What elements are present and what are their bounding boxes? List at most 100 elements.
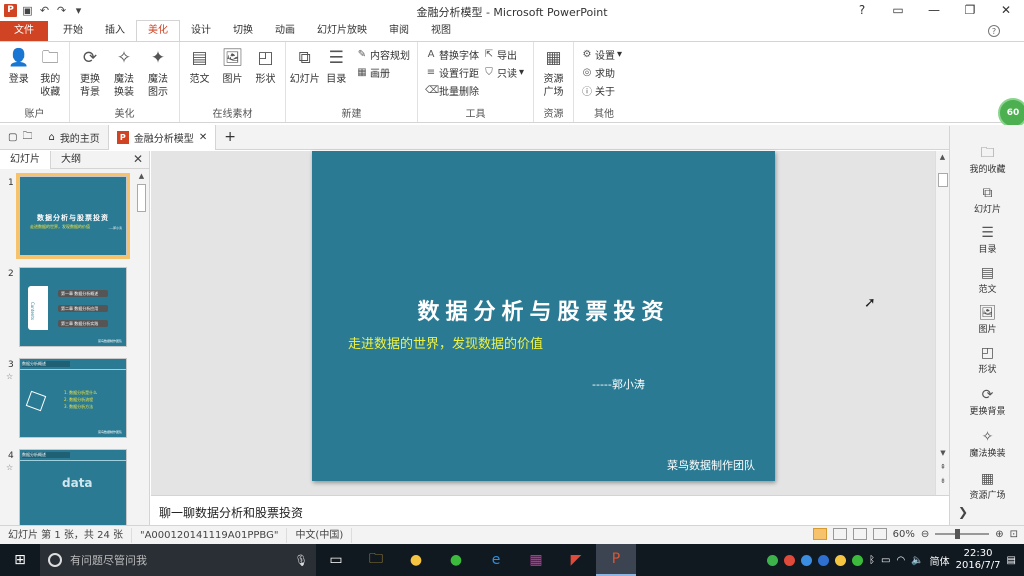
ime-icon[interactable] [783,554,795,566]
scroll-thumb[interactable] [137,184,146,212]
folder-icon[interactable]: 🗀 [22,129,32,146]
file-icon[interactable]: ▢ [8,132,17,143]
slide-subtitle[interactable]: 走进数据的世界，发现数据的价值 [348,333,543,352]
task-view-icon[interactable]: ▭ [316,544,356,576]
current-slide[interactable]: 数据分析与股票投资 走进数据的世界，发现数据的价值 -----郭小涛 菜鸟数据制… [312,151,775,481]
slide-canvas[interactable]: 数据分析与股票投资 走进数据的世界，发现数据的价值 -----郭小涛 菜鸟数据制… [151,151,935,495]
tab-design[interactable]: 设计 [180,21,222,41]
tab-slides[interactable]: 幻灯片 [0,150,51,169]
scroll-up-icon[interactable]: ▲ [936,151,949,163]
canvas-scrollbar[interactable]: ▲ ▼ ⇞ ⇟ [935,151,949,495]
qq-icon[interactable]: ● [396,544,436,576]
new-tab-button[interactable]: + [216,125,244,150]
thumbnail-scrollbar[interactable]: ▲ [135,170,148,525]
minimize-icon[interactable]: — [916,0,952,21]
export-button[interactable]: ⇱ 导出 [483,47,524,62]
notes-pane[interactable]: 聊一聊数据分析和股票投资 [151,495,949,525]
help-button[interactable]: ◎ 求助 [581,65,622,80]
read-only-button[interactable]: ⛉ 只读 ▾ [483,65,524,80]
doc-tab-file[interactable]: P 金融分析模型 ✕ [107,124,217,150]
slide-thumbnail-2[interactable]: Contents 第一章 数据分析概述 第二章 数据分析应用 第三章 数据分析实… [19,267,127,347]
slideshow-view-icon[interactable] [872,528,887,540]
security-icon[interactable] [800,554,812,566]
tab-file[interactable]: 文件 [0,21,48,41]
tab-view[interactable]: 视图 [420,21,462,41]
tab-beautify[interactable]: 美化 [136,20,180,41]
tab-outline[interactable]: 大纲 [51,151,91,169]
help-icon[interactable]: ? [844,0,880,21]
rp-resource-square[interactable]: ▦ 资源广场 [950,470,1024,501]
clock[interactable]: 22:30 2016/7/7 [956,548,1001,572]
tab-slideshow[interactable]: 幻灯片放映 [306,21,378,41]
close-icon[interactable]: ✕ [988,0,1024,21]
bluetooth-icon[interactable]: ᛒ [869,555,875,566]
about-button[interactable]: ⓘ 关于 [581,83,622,98]
notification-icon[interactable]: ▤ [1007,555,1016,566]
customize-icon[interactable]: ▾ [72,4,85,17]
ribbon-help-icon[interactable]: ? [988,25,1000,37]
edge-icon[interactable]: e [476,544,516,576]
restore-icon[interactable]: ❐ [952,0,988,21]
batch-delete-button[interactable]: ⌫ 批量删除 [425,83,479,98]
slide-thumbnail-4[interactable]: 数据分析概述 data [19,449,127,525]
sorter-view-icon[interactable] [832,528,847,540]
rp-slides[interactable]: ⧉ 幻灯片 [950,184,1024,215]
volume-icon[interactable]: 🔈 [911,555,923,566]
tray-wechat-icon[interactable] [851,554,863,566]
language-indicator[interactable]: 中文(中国) [287,527,353,543]
microphone-icon[interactable]: 🎙 [294,554,308,567]
input-language[interactable]: 简体 [930,553,950,568]
settings-button[interactable]: ⚙ 设置 ▾ [581,47,623,62]
score-badge[interactable]: 60 [998,98,1024,128]
tab-home[interactable]: 开始 [52,21,94,41]
powerpoint-app-icon[interactable]: P [4,4,17,17]
network-app-icon[interactable] [817,554,829,566]
rp-templates[interactable]: ▤ 范文 [950,264,1024,295]
tray-qq-icon[interactable] [834,554,846,566]
normal-view-icon[interactable] [812,528,827,540]
album-button[interactable]: ▦ 画册 [356,65,410,80]
slide-title[interactable]: 数据分析与股票投资 [312,294,775,326]
tray-app-icon[interactable] [766,554,778,566]
tab-insert[interactable]: 插入 [94,21,136,41]
prev-slide-icon[interactable]: ⇞ [936,461,950,473]
file-explorer-icon[interactable]: 🗀 [356,544,396,576]
next-slide-icon[interactable]: ⇟ [936,475,950,487]
rp-toc[interactable]: ☰ 目录 [950,224,1024,255]
rp-pictures[interactable]: 🖼 图片 [950,304,1024,335]
rp-favorites[interactable]: 🗀 我的收藏 [950,144,1024,175]
rp-change-background[interactable]: ⟳ 更换背景 [950,386,1024,417]
tab-review[interactable]: 审阅 [378,21,420,41]
cortana-search[interactable]: 有问题尽管问我 🎙 [40,544,316,576]
zoom-slider[interactable] [935,529,990,539]
undo-icon[interactable]: ↶ [38,4,51,17]
reading-view-icon[interactable] [852,528,867,540]
replace-font-button[interactable]: A 替换字体 [425,47,479,62]
line-spacing-button[interactable]: ≡ 设置行距 [425,65,479,80]
zoom-out-icon[interactable]: ⊖ [921,529,929,540]
slide-thumbnail-3[interactable]: 数据分析概述 1. 数据分析是什么 2. 数据分析流程 3. 数据分析方法 菜鸟… [19,358,127,438]
fit-slide-icon[interactable]: ⊡ [1010,529,1018,540]
tab-animations[interactable]: 动画 [264,21,306,41]
close-tab-icon[interactable]: ✕ [199,132,207,143]
ribbon-display-icon[interactable]: ▭ [880,0,916,21]
redo-icon[interactable]: ↷ [55,4,68,17]
scroll-thumb[interactable] [938,173,948,187]
powerpoint-taskbar-icon[interactable]: P [596,544,636,576]
tab-transitions[interactable]: 切换 [222,21,264,41]
wifi-icon[interactable]: ◠ [896,555,905,566]
scroll-down-icon[interactable]: ▼ [936,447,950,459]
media-app-icon[interactable]: ▦ [516,544,556,576]
close-pane-icon[interactable]: ✕ [133,152,143,166]
save-icon[interactable]: ▣ [21,4,34,17]
battery-icon[interactable]: ▭ [881,555,890,566]
rp-shapes[interactable]: ◰ 形状 [950,344,1024,375]
slide-thumbnail-1[interactable]: 数据分析与股票投资 走进数据的世界，发现数据的价值 ----郭小涛 [16,173,130,259]
content-plan-button[interactable]: ✎ 内容规划 [356,47,410,62]
wechat-icon[interactable]: ● [436,544,476,576]
slide-author[interactable]: -----郭小涛 [592,376,645,392]
slide-team-name[interactable]: 菜鸟数据制作团队 [667,457,755,473]
chevron-right-icon[interactable]: ❯ [958,505,968,519]
windows-start-icon[interactable]: ⊞ [0,544,40,576]
rp-magic-restyle[interactable]: ✧ 魔法换装 [950,428,1024,459]
